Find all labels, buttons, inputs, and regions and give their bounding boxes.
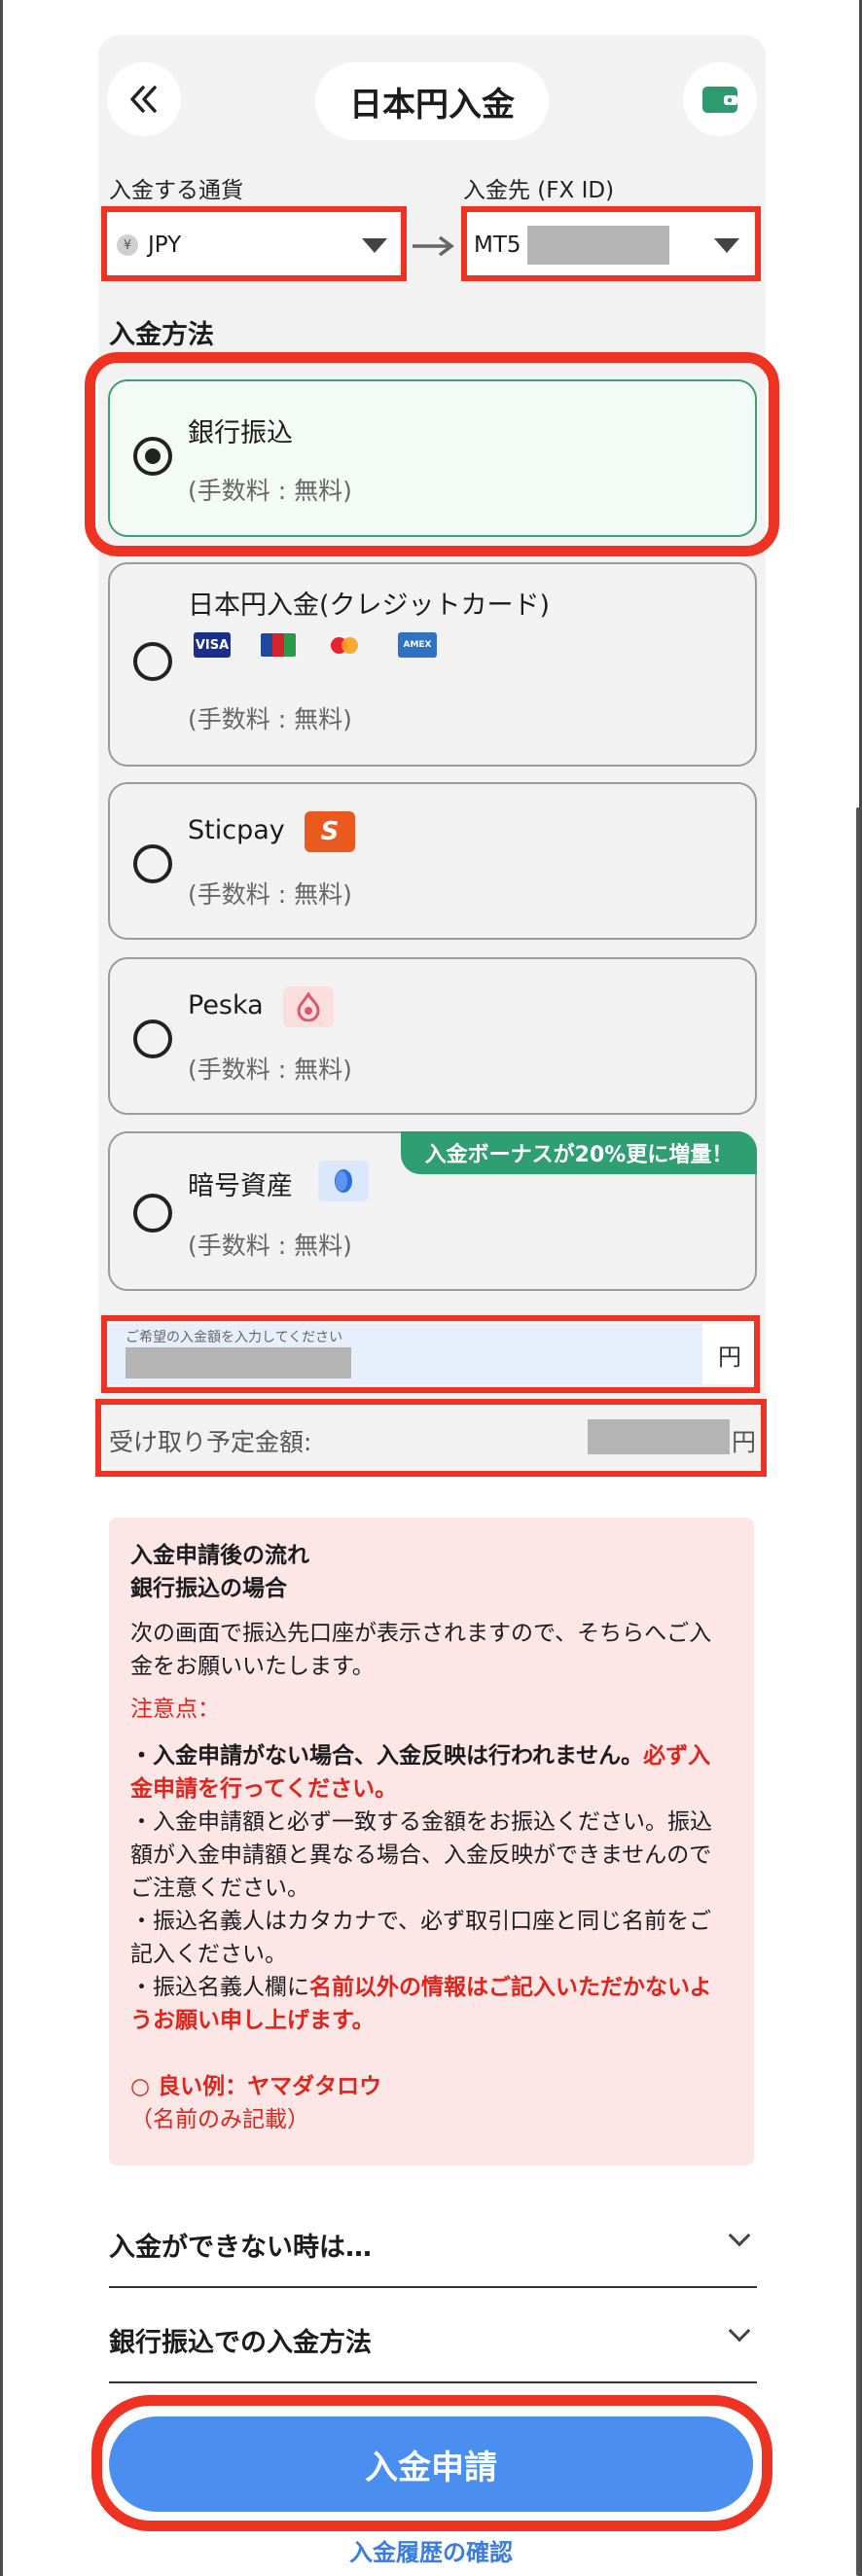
method-fee: (手数料 : 無料) — [188, 1055, 352, 1084]
bank-transfer-highlight — [85, 352, 779, 556]
window-frame-left — [0, 0, 3, 2576]
crypto-coin-icon — [318, 1161, 369, 1201]
currency-label: 入金する通貨 — [109, 178, 243, 203]
method-credit-card[interactable]: 日本円入金(クレジットカード) VISA AMEX (手数料 : 無料) — [108, 562, 757, 767]
chevron-down-icon — [728, 2224, 751, 2247]
accordion-bank-method[interactable]: 銀行振込での入金方法 — [109, 2290, 757, 2383]
accordion-cannot-deposit[interactable]: 入金ができない時は… — [109, 2195, 757, 2288]
method-sticpay[interactable]: Sticpay S (手数料 : 無料) — [108, 782, 757, 940]
notice-bullet-1: ・入金申請がない場合、入金反映は行われません。必ず入金申請を行ってください。 — [130, 1743, 711, 1802]
method-name: Sticpay — [188, 815, 285, 845]
page-title: 日本円入金 — [315, 62, 549, 140]
radio-unselected[interactable] — [133, 642, 172, 681]
radio-unselected[interactable] — [133, 1020, 172, 1058]
notice-title-1: 入金申請後の流れ — [130, 1543, 309, 1568]
visa-icon: VISA — [194, 632, 231, 658]
sticpay-logo-icon: S — [305, 811, 355, 852]
currency-highlight — [101, 206, 407, 281]
accordion-title: 入金ができない時は… — [109, 2233, 372, 2263]
method-peska[interactable]: Peska (手数料 : 無料) — [108, 957, 757, 1115]
notice-caution-label: 注意点： — [130, 1697, 220, 1722]
notice-example-note: （名前のみ記載） — [130, 2107, 309, 2132]
deposit-history-link[interactable]: 入金履歴の確認 — [0, 2533, 862, 2567]
amount-highlight — [101, 1315, 760, 1393]
double-chevron-left-icon — [130, 86, 157, 113]
method-section-title: 入金方法 — [109, 320, 214, 350]
notice-bullet-2: ・入金申請額と必ず一致する金額をお振込ください。振込額が入金申請額と異なる場合、… — [130, 1809, 712, 1901]
method-name: 日本円入金(クレジットカード) — [188, 590, 551, 621]
method-fee: (手数料 : 無料) — [188, 880, 352, 909]
notice-bullet-4: ・振込名義人欄に名前以外の情報はご記入いただかないようお願い申し上げます。 — [130, 1975, 712, 2033]
back-button[interactable] — [107, 62, 181, 136]
notice-example: ○ 良い例：ヤマダタロウ — [130, 2074, 382, 2099]
accordion-title: 銀行振込での入金方法 — [109, 2328, 372, 2358]
method-name: Peska — [188, 990, 264, 1020]
radio-unselected[interactable] — [133, 1194, 172, 1233]
amex-icon: AMEX — [398, 632, 437, 658]
wallet-button[interactable] — [683, 62, 757, 136]
chevron-down-icon — [728, 2319, 751, 2343]
notice-intro: 次の画面で振込先口座が表示されますので、そちらへご入金をお願いいたします。 — [130, 1621, 712, 1679]
notice-title-2: 銀行振込の場合 — [130, 1576, 287, 1601]
method-crypto[interactable]: 入金ボーナスが20%更に増量！ 暗号資産 (手数料 : 無料) — [108, 1131, 757, 1291]
notice-bullet-3: ・振込名義人はカタカナで、必ず取引口座と同じ名前をご記入ください。 — [130, 1909, 712, 1967]
radio-unselected[interactable] — [133, 844, 172, 883]
destination-highlight — [461, 206, 761, 281]
wallet-icon — [702, 87, 737, 113]
mastercard-icon — [326, 632, 363, 658]
peska-logo-icon — [283, 986, 334, 1027]
destination-label: 入金先 (FX ID) — [463, 178, 615, 203]
bonus-badge: 入金ボーナスが20%更に増量！ — [401, 1131, 757, 1174]
scrollbar[interactable] — [856, 807, 860, 2576]
jcb-icon — [260, 632, 297, 658]
method-fee: (手数料 : 無料) — [188, 705, 352, 733]
notice-box: 入金申請後の流れ 銀行振込の場合 次の画面で振込先口座が表示されますので、そちら… — [109, 1518, 754, 2165]
arrow-right-icon — [413, 235, 454, 257]
receive-highlight — [95, 1399, 767, 1477]
method-fee: (手数料 : 無料) — [188, 1232, 352, 1260]
submit-highlight — [91, 2395, 772, 2531]
method-name: 暗号資産 — [188, 1171, 293, 1201]
